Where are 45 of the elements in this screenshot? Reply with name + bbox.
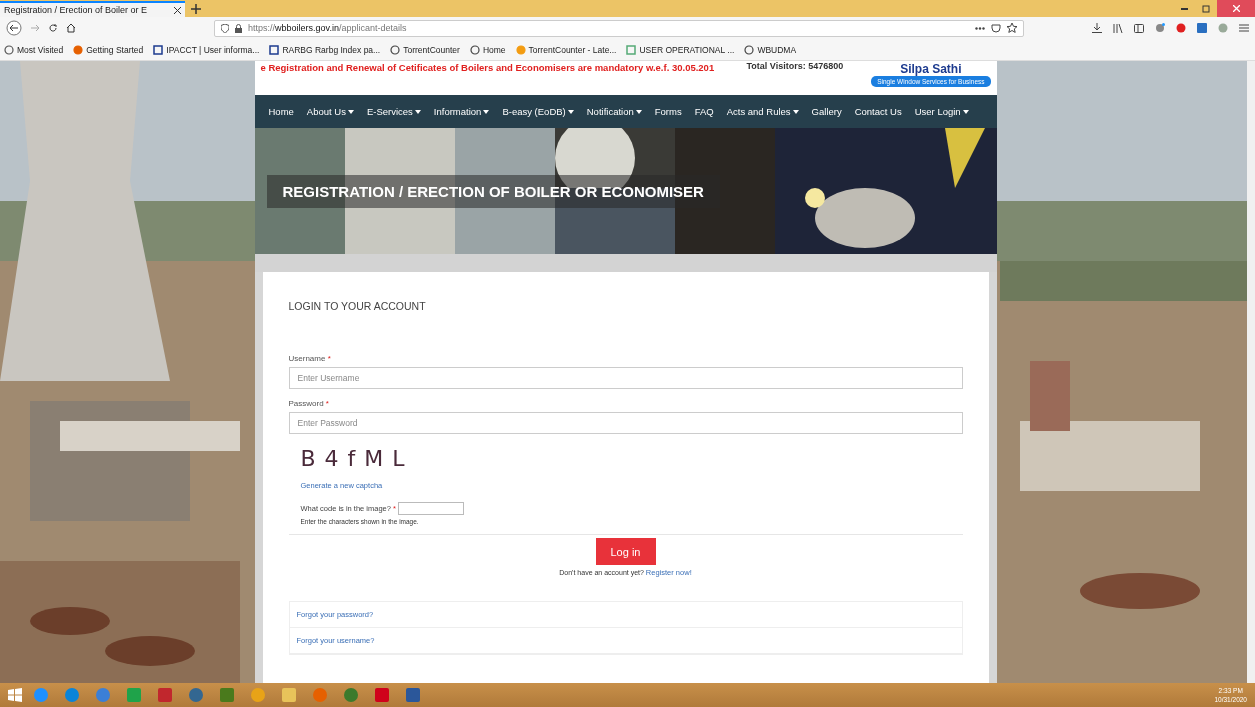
forward-icon[interactable] — [30, 23, 40, 33]
shield-icon — [221, 23, 229, 33]
app-icon[interactable] — [281, 687, 297, 703]
app-icon[interactable] — [250, 687, 266, 703]
app-icon[interactable] — [343, 687, 359, 703]
pocket-icon[interactable] — [991, 23, 1001, 33]
browser-tab[interactable]: Registration / Erection of Boiler or E — [0, 1, 185, 17]
circle-icon — [515, 44, 526, 55]
windows-icon[interactable] — [8, 688, 22, 702]
download-icon[interactable] — [1092, 23, 1102, 33]
address-bar[interactable]: https://wbboilers.gov.in/applicant-details — [214, 19, 1024, 37]
sidebar-icon[interactable] — [1134, 23, 1144, 33]
bookmark[interactable]: USER OPERATIONAL ... — [626, 44, 735, 55]
app-icon[interactable] — [374, 687, 390, 703]
app-icon[interactable] — [157, 687, 173, 703]
bookmark[interactable]: Getting Started — [73, 44, 144, 55]
bookmark[interactable]: Most Visited — [4, 44, 64, 55]
bookmark[interactable]: IPACCT | User informa... — [153, 44, 260, 55]
extension-icon[interactable] — [1155, 23, 1165, 33]
reload-icon[interactable] — [48, 23, 58, 33]
app-icon[interactable] — [405, 687, 421, 703]
bookmark[interactable]: TorrentCounter - Late... — [515, 44, 617, 55]
app-icon[interactable] — [188, 687, 204, 703]
bookmark[interactable]: Home — [469, 44, 506, 55]
document-icon — [626, 44, 637, 55]
app-icon[interactable] — [64, 687, 80, 703]
extension-icon[interactable] — [1218, 23, 1228, 33]
app-icon[interactable] — [95, 687, 111, 703]
more-icon[interactable] — [975, 26, 985, 30]
restore-icon[interactable] — [1202, 4, 1210, 13]
close-icon[interactable] — [174, 6, 181, 14]
plus-icon[interactable] — [191, 4, 201, 14]
menu-icon[interactable] — [1239, 24, 1249, 32]
bookmark[interactable]: RARBG Rarbg Index pa... — [269, 44, 381, 55]
bookmark[interactable]: TorrentCounter — [390, 44, 460, 55]
bookmark[interactable]: WBUDMA — [744, 44, 797, 55]
library-icon[interactable] — [1113, 23, 1123, 33]
app-icon[interactable] — [219, 687, 235, 703]
extension-icon[interactable] — [1176, 23, 1186, 33]
minimize-icon[interactable] — [1180, 7, 1188, 10]
star-icon[interactable] — [1007, 23, 1017, 33]
back-icon[interactable] — [6, 20, 22, 36]
url-text: https://wbboilers.gov.in/applicant-details — [248, 23, 407, 33]
lock-icon — [235, 23, 242, 33]
home-icon[interactable] — [66, 23, 76, 33]
